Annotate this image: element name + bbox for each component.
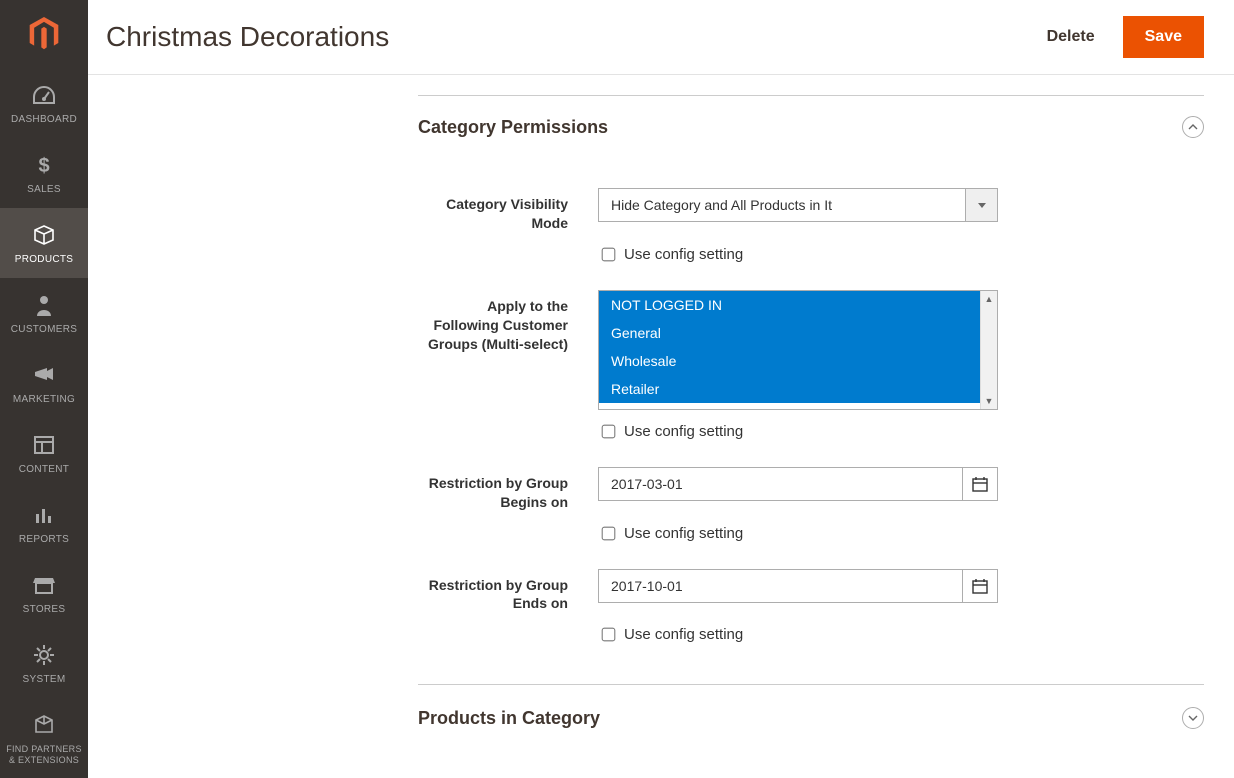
multiselect-scrollbar[interactable]: ▲ ▼ xyxy=(980,291,997,409)
box-icon xyxy=(4,222,84,248)
input-restriction-end[interactable] xyxy=(598,569,962,603)
checkbox-begin-use-config-label: Use config setting xyxy=(624,525,743,542)
section-title-products: Products in Category xyxy=(418,708,600,729)
datepicker-button-begin[interactable] xyxy=(962,467,998,501)
collapse-button-permissions[interactable] xyxy=(1182,116,1204,138)
multiselect-option[interactable]: Wholesale xyxy=(599,347,980,375)
svg-text:$: $ xyxy=(38,155,49,176)
label-customer-groups: Apply to the Following Customer Groups (… xyxy=(418,290,598,354)
label-restriction-end: Restriction by Group Ends on xyxy=(418,569,598,614)
checkbox-end-use-config-label: Use config setting xyxy=(624,626,743,643)
select-visibility-mode[interactable] xyxy=(598,188,998,222)
sidebar-item-stores[interactable]: STORES xyxy=(0,558,88,628)
checkbox-groups-use-config-input[interactable] xyxy=(602,424,616,438)
dashboard-icon xyxy=(4,82,84,108)
section-category-permissions: Category Permissions Category Visibility… xyxy=(418,95,1204,644)
store-icon xyxy=(4,572,84,598)
chevron-down-icon xyxy=(1188,715,1198,721)
select-visibility-mode-value[interactable] xyxy=(598,188,966,222)
sidebar-item-find-partners[interactable]: FIND PARTNERS & EXTENSIONS xyxy=(0,698,88,778)
sidebar-item-sales[interactable]: $ SALES xyxy=(0,138,88,208)
section-title-permissions: Category Permissions xyxy=(418,117,608,138)
expand-button-products[interactable] xyxy=(1182,707,1204,729)
checkbox-begin-use-config[interactable]: Use config setting xyxy=(598,524,743,543)
sidebar-item-dashboard[interactable]: DASHBOARD xyxy=(0,68,88,138)
checkbox-visibility-use-config-input[interactable] xyxy=(602,247,616,261)
gear-icon xyxy=(4,642,84,668)
checkbox-end-use-config[interactable]: Use config setting xyxy=(598,625,743,644)
select-visibility-mode-toggle[interactable] xyxy=(966,188,998,222)
checkbox-visibility-use-config-label: Use config setting xyxy=(624,246,743,263)
sidebar-item-system[interactable]: SYSTEM xyxy=(0,628,88,698)
multiselect-option[interactable]: General xyxy=(599,319,980,347)
datepicker-button-end[interactable] xyxy=(962,569,998,603)
puzzle-icon xyxy=(4,712,84,738)
checkbox-begin-use-config-input[interactable] xyxy=(602,526,616,540)
calendar-icon xyxy=(972,476,988,492)
scroll-down-icon[interactable]: ▼ xyxy=(981,393,997,409)
section-products-in-category: Products in Category xyxy=(418,684,1204,729)
multiselect-option[interactable]: Retailer xyxy=(599,375,980,403)
multiselect-option[interactable]: NOT LOGGED IN xyxy=(599,291,980,319)
dollar-icon: $ xyxy=(4,152,84,178)
bars-icon xyxy=(4,502,84,528)
chevron-up-icon xyxy=(1188,124,1198,130)
checkbox-groups-use-config-label: Use config setting xyxy=(624,423,743,440)
scroll-up-icon[interactable]: ▲ xyxy=(981,291,997,307)
checkbox-groups-use-config[interactable]: Use config setting xyxy=(598,422,743,441)
magento-logo-icon xyxy=(27,17,61,51)
sidebar-item-customers[interactable]: CUSTOMERS xyxy=(0,278,88,348)
sidebar-item-content[interactable]: CONTENT xyxy=(0,418,88,488)
magento-logo[interactable] xyxy=(0,0,88,68)
admin-sidebar: DASHBOARD $ SALES PRODUCTS CUSTOMERS MAR… xyxy=(0,0,88,778)
label-visibility-mode: Category Visibility Mode xyxy=(418,188,598,233)
save-button[interactable]: Save xyxy=(1123,16,1204,58)
caret-down-icon xyxy=(978,203,986,208)
checkbox-visibility-use-config[interactable]: Use config setting xyxy=(598,245,743,264)
input-restriction-begin[interactable] xyxy=(598,467,962,501)
delete-button[interactable]: Delete xyxy=(1047,28,1095,46)
label-restriction-begin: Restriction by Group Begins on xyxy=(418,467,598,512)
megaphone-icon xyxy=(4,362,84,388)
multiselect-customer-groups[interactable]: NOT LOGGED IN General Wholesale Retailer… xyxy=(598,290,998,410)
person-icon xyxy=(4,292,84,318)
layout-icon xyxy=(4,432,84,458)
sidebar-item-products[interactable]: PRODUCTS xyxy=(0,208,88,278)
page-header: Christmas Decorations Delete Save xyxy=(88,0,1234,75)
sidebar-item-reports[interactable]: REPORTS xyxy=(0,488,88,558)
checkbox-end-use-config-input[interactable] xyxy=(602,628,616,642)
sidebar-item-marketing[interactable]: MARKETING xyxy=(0,348,88,418)
calendar-icon xyxy=(972,578,988,594)
page-title: Christmas Decorations xyxy=(106,21,389,53)
